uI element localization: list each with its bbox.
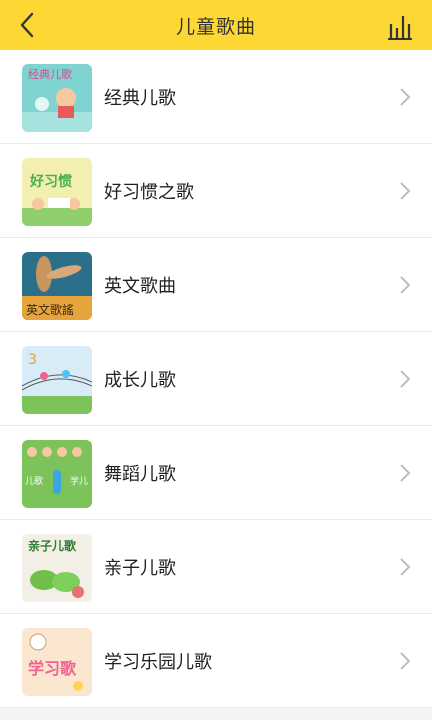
dance-songs-cover-icon: 儿歌 学儿 — [22, 440, 92, 508]
svg-text:儿歌: 儿歌 — [25, 475, 43, 487]
classic-songs-cover-icon: 经典儿歌 — [22, 64, 92, 132]
chevron-right-icon — [400, 464, 411, 482]
growth-songs-cover-icon: 3 — [22, 346, 92, 414]
list-item[interactable]: 学习歌 学习乐园儿歌 — [0, 614, 432, 708]
svg-text:3: 3 — [28, 352, 37, 368]
item-label: 舞蹈儿歌 — [104, 463, 176, 485]
item-label: 好习惯之歌 — [104, 181, 194, 203]
chevron-right-icon — [400, 370, 411, 388]
chevron-right-icon — [400, 182, 411, 200]
bar-chart-icon[interactable] — [386, 12, 414, 40]
svg-text:亲子儿歌: 亲子儿歌 — [28, 538, 77, 553]
svg-text:好习惯: 好习惯 — [29, 173, 72, 190]
chevron-right-icon — [400, 558, 411, 576]
list-item[interactable]: 儿歌 学儿 舞蹈儿歌 — [0, 426, 432, 520]
chevron-right-icon — [400, 276, 411, 294]
item-label: 成长儿歌 — [104, 369, 176, 391]
list-item[interactable]: 亲子儿歌 亲子儿歌 — [0, 520, 432, 614]
svg-text:学习歌: 学习歌 — [28, 659, 77, 678]
parent-child-cover-icon: 亲子儿歌 — [22, 534, 92, 602]
back-arrow-icon[interactable] — [14, 11, 42, 39]
svg-text:经典儿歌: 经典儿歌 — [28, 67, 72, 81]
good-habits-cover-icon: 好习惯 — [22, 158, 92, 226]
svg-text:英文歌謠: 英文歌謠 — [26, 302, 74, 317]
song-category-list: 经典儿歌 经典儿歌 好习惯 好习惯之歌 英文歌謠 英文歌曲 3 成长儿歌 儿歌 … — [0, 50, 432, 708]
list-item[interactable]: 3 成长儿歌 — [0, 332, 432, 426]
item-label: 英文歌曲 — [104, 275, 176, 297]
english-songs-cover-icon: 英文歌謠 — [22, 252, 92, 320]
item-label: 学习乐园儿歌 — [104, 651, 212, 673]
svg-text:学儿: 学儿 — [70, 475, 88, 487]
learning-park-cover-icon: 学习歌 — [22, 628, 92, 696]
list-item[interactable]: 好习惯 好习惯之歌 — [0, 144, 432, 238]
list-item[interactable]: 经典儿歌 经典儿歌 — [0, 50, 432, 144]
app-header: 儿童歌曲 — [0, 0, 432, 50]
page-title: 儿童歌曲 — [175, 15, 256, 38]
chevron-right-icon — [400, 652, 411, 670]
list-item[interactable]: 英文歌謠 英文歌曲 — [0, 238, 432, 332]
item-label: 经典儿歌 — [104, 87, 176, 109]
item-label: 亲子儿歌 — [104, 557, 176, 579]
chevron-right-icon — [400, 88, 411, 106]
